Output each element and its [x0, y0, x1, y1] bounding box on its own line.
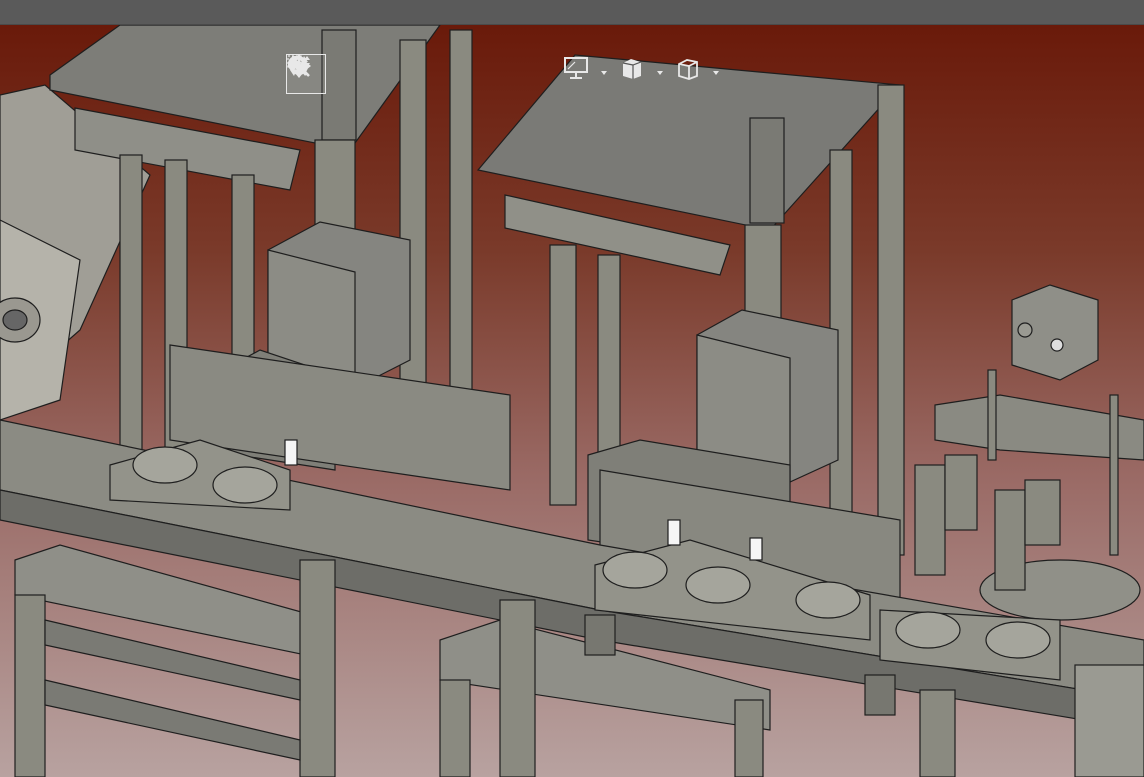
- section-cube-icon: [622, 59, 642, 79]
- window-title-bar: [0, 0, 1144, 25]
- section-view-button[interactable]: [618, 54, 668, 94]
- chevron-down-icon: [601, 71, 607, 75]
- assembly-model-render: [0, 25, 1144, 777]
- zoom-window-button[interactable]: [287, 54, 510, 94]
- view-toolbar: [286, 53, 724, 95]
- cube-icon: [678, 59, 698, 80]
- view-orientation-button[interactable]: [674, 54, 724, 94]
- zoom-tool-button[interactable]: [287, 54, 464, 94]
- chevron-down-icon: [713, 71, 719, 75]
- monitor-icon: [564, 57, 588, 79]
- rotate-tool-button[interactable]: [289, 54, 418, 94]
- pan-tool-button[interactable]: [287, 54, 372, 94]
- zoom-fit-button[interactable]: [288, 54, 556, 94]
- zoom-fit-icon: [288, 55, 310, 77]
- 3d-model-viewport[interactable]: [0, 25, 1144, 777]
- display-mode-button[interactable]: [562, 54, 612, 94]
- chevron-down-icon: [657, 71, 663, 75]
